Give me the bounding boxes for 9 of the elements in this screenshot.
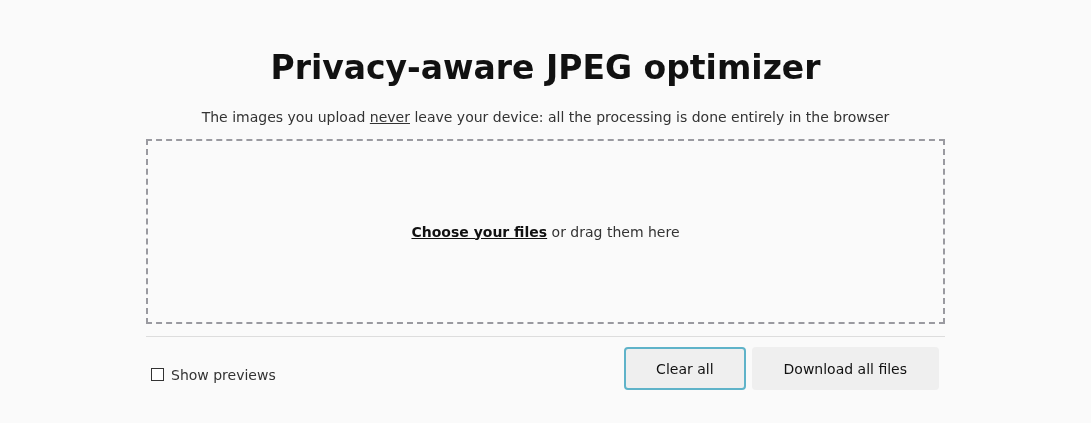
page-title: Privacy-aware JPEG optimizer — [269, 48, 822, 87]
drop-instructions: Choose your files or drag them here — [411, 223, 680, 240]
drop-zone[interactable]: Choose your files or drag them here — [146, 139, 945, 324]
action-button[interactable]: Clear all — [624, 347, 746, 390]
checkbox[interactable] — [151, 368, 164, 381]
action-button[interactable]: Download all files — [751, 347, 939, 390]
choose-files-link[interactable]: Choose your files — [411, 223, 548, 240]
subtitle: The images you upload never leave your device: all the processing is done entirely in the browser — [200, 109, 891, 125]
checkbox-label: Show previews — [171, 366, 276, 383]
